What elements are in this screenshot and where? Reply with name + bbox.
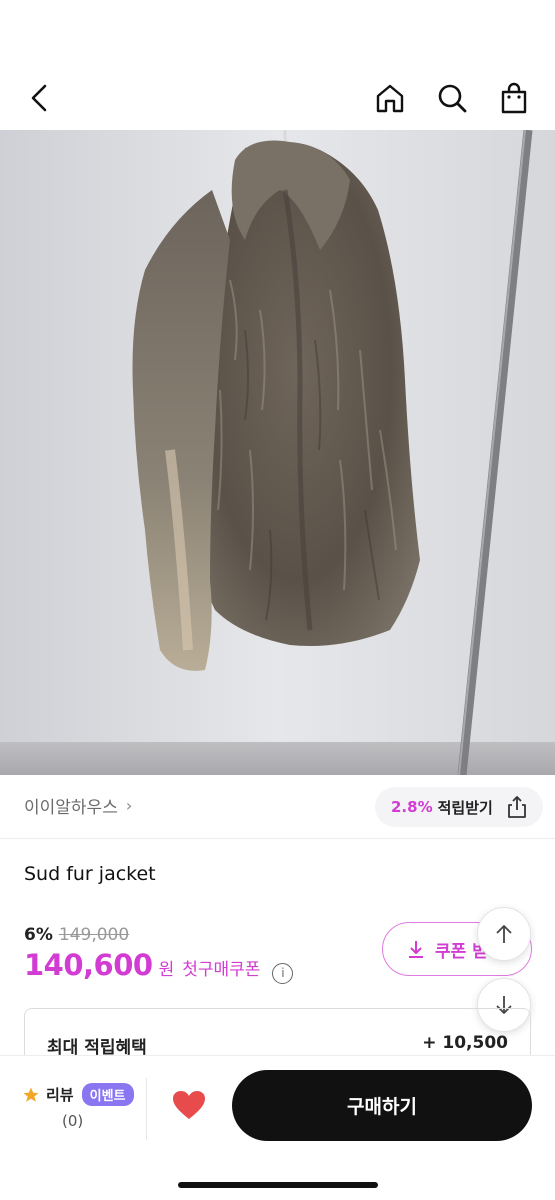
home-icon [376, 84, 404, 113]
chevron-left-icon [31, 84, 47, 112]
discount-rate: 6% [24, 925, 53, 945]
discount-row: 6% 149,000 [24, 925, 129, 945]
price-label: 첫구매쿠폰 [182, 960, 261, 980]
star-icon [23, 1087, 39, 1102]
download-icon [409, 941, 423, 958]
review-count: (0) [62, 1112, 84, 1130]
divider [0, 838, 555, 839]
share-icon[interactable] [505, 795, 529, 819]
original-price: 149,000 [58, 925, 130, 945]
top-navigation-bar [0, 0, 555, 130]
search-button[interactable] [432, 78, 472, 118]
review-button[interactable]: 리뷰 이벤트 [22, 1083, 134, 1106]
arrow-up-icon [496, 925, 512, 943]
product-title: Sud fur jacket [24, 863, 156, 885]
back-button[interactable] [20, 78, 60, 118]
scroll-up-button[interactable] [477, 907, 531, 961]
review-label: 리뷰 [46, 1086, 74, 1104]
price-unit: 원 [158, 960, 175, 980]
search-icon [438, 84, 467, 113]
reward-button[interactable]: 2.8% 적립받기 [375, 787, 543, 827]
price-row: 140,600 원 첫구매쿠폰 i [24, 948, 294, 984]
fur-jacket-photo [0, 130, 555, 775]
bottom-action-bar: 리뷰 이벤트 (0) 구매하기 [0, 1055, 555, 1200]
heart-icon [173, 1091, 205, 1119]
reward-percent: 2.8% [391, 798, 433, 816]
product-image[interactable] [0, 130, 555, 775]
home-indicator [178, 1182, 378, 1188]
shop-row: 이이알하우스 › 2.8% 적립받기 [0, 775, 555, 839]
chevron-right-icon: › [125, 796, 133, 815]
event-badge: 이벤트 [81, 1083, 134, 1106]
home-button[interactable] [370, 78, 410, 118]
shop-name: 이이알하우스 [24, 798, 118, 818]
vertical-divider [146, 1078, 147, 1140]
info-icon[interactable]: i [272, 962, 294, 984]
like-button[interactable] [171, 1089, 207, 1125]
shop-link[interactable]: 이이알하우스 › [24, 793, 132, 818]
shopping-bag-button[interactable] [494, 78, 534, 118]
buy-button[interactable]: 구매하기 [232, 1070, 532, 1141]
benefit-value: + 10,500 [422, 1033, 508, 1053]
sale-price: 140,600 [24, 948, 153, 982]
reward-label: 적립받기 [437, 798, 493, 817]
shopping-bag-icon [501, 82, 527, 114]
